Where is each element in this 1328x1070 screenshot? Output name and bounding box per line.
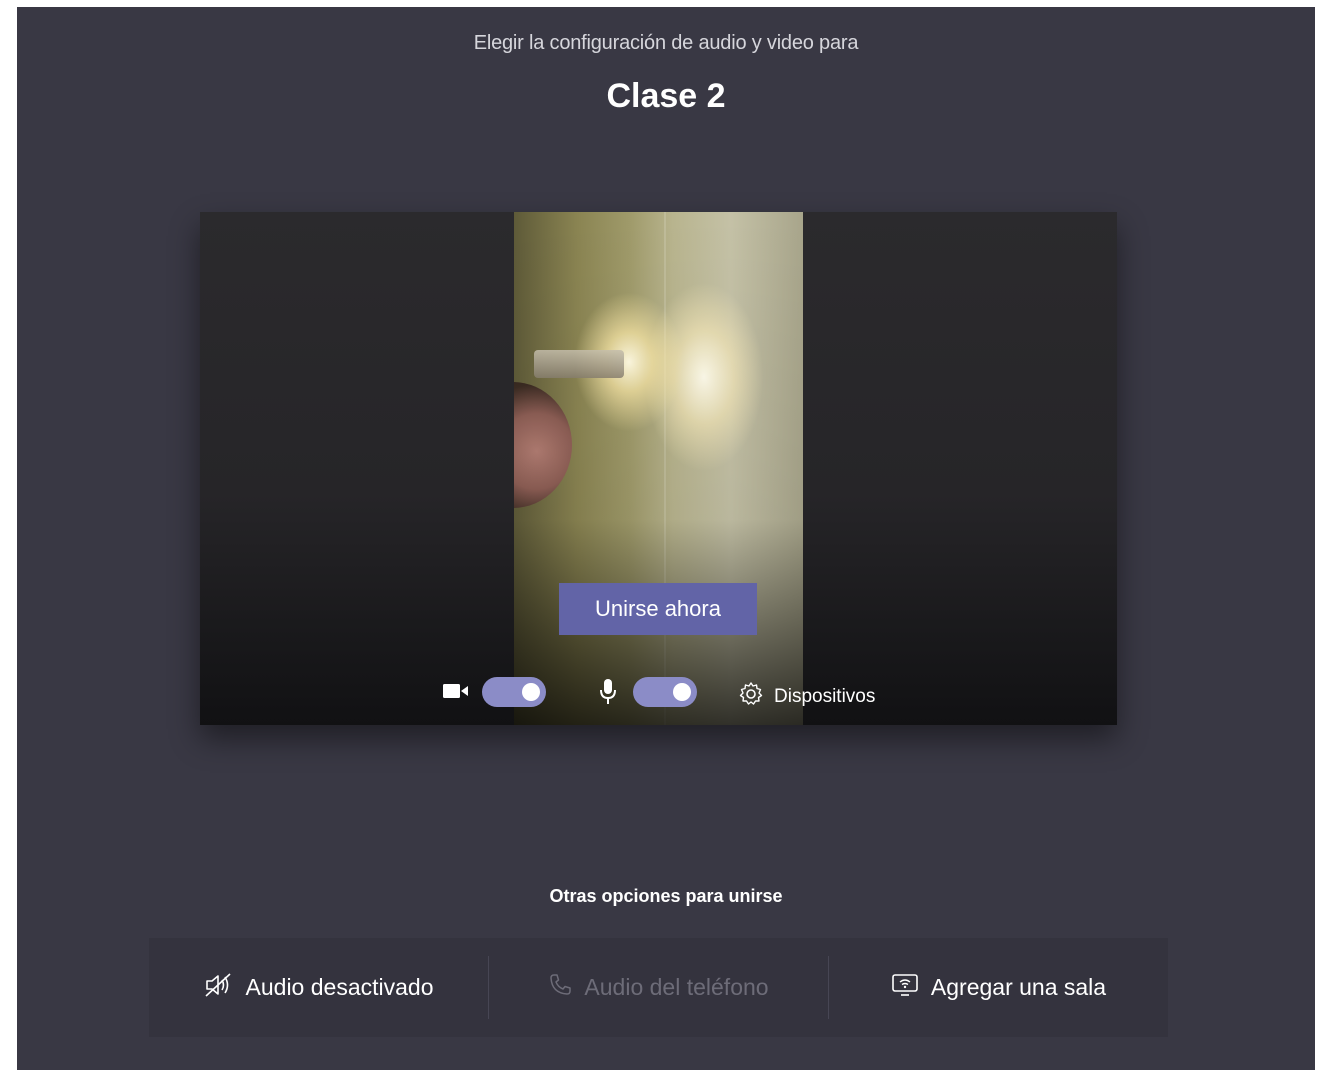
camera-toggle[interactable] bbox=[482, 677, 546, 707]
add-room-label: Agregar una sala bbox=[930, 974, 1107, 1000]
gear-icon bbox=[738, 681, 764, 713]
meeting-title: Clase 2 bbox=[606, 77, 726, 115]
audio-off-label: Audio desactivado bbox=[245, 974, 434, 1000]
speaker-off-icon bbox=[204, 972, 234, 1004]
devices-label: Dispositivos bbox=[774, 686, 876, 707]
phone-audio-option[interactable]: Audio del teléfono bbox=[489, 938, 828, 1037]
microphone-toggle[interactable] bbox=[633, 677, 697, 707]
audio-off-option[interactable]: Audio desactivado bbox=[149, 938, 488, 1037]
other-options-bar: Audio desactivado Audio del teléfono Agr… bbox=[149, 938, 1168, 1037]
add-room-option[interactable]: Agregar una sala bbox=[829, 938, 1168, 1037]
camera-icon bbox=[442, 681, 470, 706]
microphone-icon bbox=[598, 678, 618, 711]
join-now-button[interactable]: Unirse ahora bbox=[559, 583, 757, 635]
phone-icon bbox=[548, 973, 572, 1003]
page-subtitle: Elegir la configuración de audio y video… bbox=[473, 32, 859, 54]
phone-audio-label: Audio del teléfono bbox=[584, 974, 769, 1000]
other-options-heading: Otras opciones para unirse bbox=[549, 886, 783, 906]
video-preview: Unirse ahora Dispositivos bbox=[200, 212, 1117, 725]
room-icon bbox=[891, 972, 919, 1004]
pre-join-screen: Elegir la configuración de audio y video… bbox=[17, 7, 1315, 1070]
device-controls: Dispositivos bbox=[200, 674, 1117, 710]
devices-button[interactable]: Dispositivos bbox=[738, 681, 875, 713]
camera-feed bbox=[514, 212, 803, 725]
